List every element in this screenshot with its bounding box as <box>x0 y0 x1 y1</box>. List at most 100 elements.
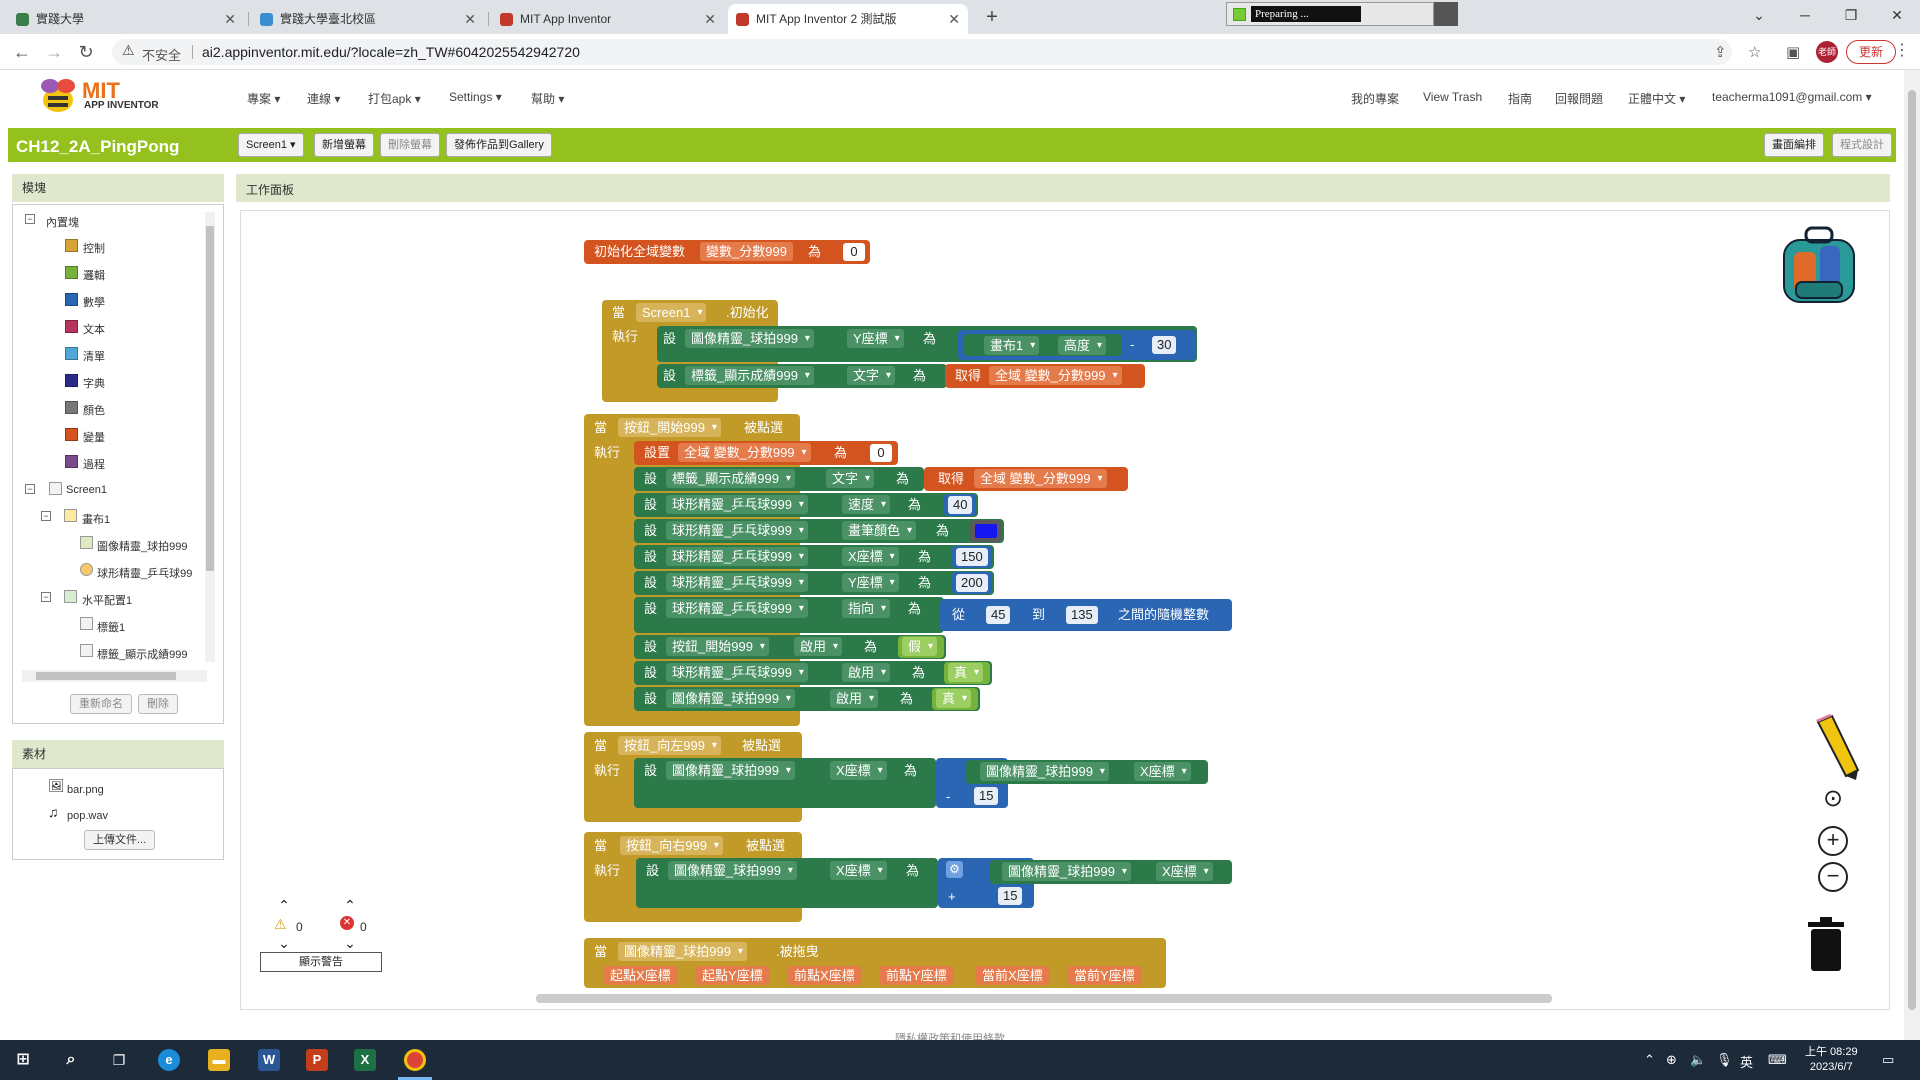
true-block[interactable]: 真 <box>932 688 978 710</box>
set-ball-speed-block[interactable]: 設 球形精靈_乒乓球999 速度 為 40 <box>634 493 978 517</box>
property-dropdown[interactable]: Y座標 <box>847 329 904 348</box>
microphone-icon[interactable]: 🎙 <box>1716 1052 1733 1068</box>
property-dropdown[interactable]: X座標 <box>1156 862 1213 881</box>
screen-select[interactable]: Screen1 ▾ <box>238 133 304 157</box>
network-icon[interactable]: ⊕ <box>1666 1052 1677 1068</box>
component-dropdown[interactable]: 球形精靈_乒乓球999 <box>666 663 808 682</box>
media-file-pop[interactable]: pop.wav <box>67 810 108 822</box>
tree-screen1[interactable]: Screen1 <box>66 484 107 496</box>
close-tab-icon[interactable]: ✕ <box>224 4 236 34</box>
mutator-gear-icon[interactable]: ⚙ <box>946 861 963 878</box>
subtract-block[interactable]: 畫布1 高度 - 30 <box>958 330 1196 360</box>
set-score-label-block[interactable]: 設 標籤_顯示成績999 文字 為 <box>634 467 924 491</box>
number-field[interactable]: 0 <box>843 243 865 261</box>
menu-report-issue[interactable]: 回報問題 <box>1555 90 1603 107</box>
designer-button[interactable]: 畫面編排 <box>1764 133 1824 157</box>
paddle-x-getter[interactable]: 圖像精靈_球拍999 X座標 <box>966 760 1208 784</box>
profile-avatar[interactable]: 老師 <box>1816 41 1838 63</box>
variable-dropdown[interactable]: 全域 變數_分數999 <box>989 366 1122 385</box>
set-global-block[interactable]: 設置 全域 變數_分數999 為 0 <box>634 441 898 465</box>
menu-account[interactable]: teacherma1091@gmail.com ▾ <box>1712 90 1872 104</box>
menu-help[interactable]: 幫助 ▾ <box>531 90 564 107</box>
global-var-init-block[interactable]: 初始化全域變數 變數_分數999 為 0 <box>584 240 870 264</box>
component-dropdown[interactable]: 畫布1 <box>984 336 1040 355</box>
browser-tab-2[interactable]: 實踐大學臺北校區 ✕ <box>252 4 484 34</box>
property-dropdown[interactable]: 畫筆顏色 <box>842 521 917 540</box>
var-name-field[interactable]: 變數_分數999 <box>700 242 793 261</box>
restore-icon[interactable]: ❐ <box>1828 0 1874 30</box>
set-score-label-block[interactable]: 設 標籤_顯示成績999 文字 為 <box>657 364 947 388</box>
category-text[interactable]: 文本 <box>83 321 105 337</box>
collapse-icon[interactable]: − <box>41 592 51 602</box>
component-dropdown[interactable]: 球形精靈_乒乓球999 <box>666 547 808 566</box>
zoom-out-icon[interactable]: − <box>1818 862 1848 892</box>
number-block[interactable]: 40 <box>944 494 976 516</box>
set-start-enabled-block[interactable]: 設 按鈕_開始999 啟用 為 假 <box>634 635 946 659</box>
property-dropdown[interactable]: 文字 <box>847 366 896 385</box>
volume-icon[interactable]: 🔈 <box>1690 1052 1706 1068</box>
property-dropdown[interactable]: X座標 <box>830 861 887 880</box>
tree-label-score[interactable]: 標籤_顯示成績999 <box>97 646 187 662</box>
component-dropdown[interactable]: Screen1 <box>636 303 707 322</box>
taskbar-clock[interactable]: 上午 08:29 2023/6/7 <box>1805 1045 1858 1075</box>
url-text[interactable]: ai2.appinventor.mit.edu/?locale=zh_TW#60… <box>202 44 580 60</box>
number-field[interactable]: 30 <box>1152 336 1177 354</box>
pencil-icon[interactable] <box>1812 714 1862 782</box>
category-control[interactable]: 控制 <box>83 240 105 256</box>
component-dropdown[interactable]: 圖像精靈_球拍999 <box>618 942 747 961</box>
close-window-icon[interactable]: ✕ <box>1874 0 1920 30</box>
word-icon[interactable]: W <box>258 1049 280 1071</box>
property-dropdown[interactable]: Y座標 <box>842 573 899 592</box>
set-paddle-x-right-block[interactable]: 設 圖像精靈_球拍999 X座標 為 <box>636 858 938 908</box>
component-dropdown[interactable]: 圖像精靈_球拍999 <box>685 329 814 348</box>
menu-view-trash[interactable]: View Trash <box>1423 90 1482 104</box>
property-dropdown[interactable]: 文字 <box>826 469 875 488</box>
false-block[interactable]: 假 <box>898 636 944 658</box>
warning-triangle-icon[interactable]: ⚠ <box>122 42 135 59</box>
property-dropdown[interactable]: X座標 <box>842 547 899 566</box>
property-dropdown[interactable]: 啟用 <box>794 637 843 656</box>
powerpoint-icon[interactable]: P <box>306 1049 328 1071</box>
param-currentX[interactable]: 當前X座標 <box>976 966 1049 985</box>
tree-hlayout[interactable]: 水平配置1 <box>82 592 132 608</box>
workspace-horizontal-scrollbar[interactable] <box>536 994 1552 1003</box>
paddle-dragged-event-block[interactable]: 當 圖像精靈_球拍999 .被拖曳 起點X座標 起點Y座標 前點X座標 前點Y座… <box>584 938 1166 988</box>
page-vertical-scrollbar[interactable] <box>1904 70 1920 1040</box>
tree-ball-sprite[interactable]: 球形精靈_乒乓球99 <box>97 565 192 581</box>
minimize-icon[interactable]: ─ <box>1782 0 1828 30</box>
collapse-icon[interactable]: − <box>41 511 51 521</box>
set-paddle-enabled-block[interactable]: 設 圖像精靈_球拍999 啟用 為 真 <box>634 687 980 711</box>
recenter-icon[interactable]: ⊙ <box>1818 784 1848 814</box>
component-dropdown[interactable]: 圖像精靈_球拍999 <box>1002 862 1131 881</box>
random-integer-block[interactable]: 從 45 到 135 之間的隨機整數 <box>940 599 1232 631</box>
param-startX[interactable]: 起點X座標 <box>604 966 677 985</box>
param-prevY[interactable]: 前點Y座標 <box>880 966 953 985</box>
number-block[interactable]: 150 <box>952 546 992 568</box>
menu-connect[interactable]: 連線 ▾ <box>307 90 340 107</box>
property-dropdown[interactable]: 速度 <box>842 495 891 514</box>
address-bar[interactable]: ⚠ 不安全 ai2.appinventor.mit.edu/?locale=zh… <box>112 39 1732 65</box>
menu-language[interactable]: 正體中文 ▾ <box>1628 90 1685 107</box>
get-global-block[interactable]: 取得 全域 變數_分數999 <box>945 364 1145 388</box>
canvas-height-getter[interactable]: 畫布1 高度 <box>964 334 1122 356</box>
property-dropdown[interactable]: X座標 <box>1134 762 1191 781</box>
variable-dropdown[interactable]: 全域 變數_分數999 <box>678 443 811 462</box>
tree-builtin[interactable]: 內置塊 <box>46 214 79 230</box>
set-ball-heading-block[interactable]: 設 球形精靈_乒乓球999 指向 為 <box>634 597 944 633</box>
component-dropdown[interactable]: 按鈕_開始999 <box>666 637 769 656</box>
param-prevX[interactable]: 前點X座標 <box>788 966 861 985</box>
category-dictionary[interactable]: 字典 <box>83 375 105 391</box>
property-dropdown[interactable]: 啟用 <box>842 663 891 682</box>
notification-icon[interactable]: ▭ <box>1882 1052 1894 1068</box>
param-currentY[interactable]: 當前Y座標 <box>1068 966 1141 985</box>
category-lists[interactable]: 清單 <box>83 348 105 364</box>
component-dropdown[interactable]: 圖像精靈_球拍999 <box>668 861 797 880</box>
blue-color-swatch[interactable] <box>975 524 997 538</box>
chrome-icon[interactable] <box>404 1049 426 1071</box>
browser-menu-icon[interactable]: ⋮ <box>1894 40 1910 60</box>
task-view-icon[interactable]: ❐ <box>108 1049 130 1071</box>
update-button[interactable]: 更新 <box>1846 40 1896 64</box>
excel-icon[interactable]: X <box>354 1049 376 1071</box>
backpack-icon[interactable] <box>1774 222 1864 306</box>
component-dropdown[interactable]: 球形精靈_乒乓球999 <box>666 495 808 514</box>
